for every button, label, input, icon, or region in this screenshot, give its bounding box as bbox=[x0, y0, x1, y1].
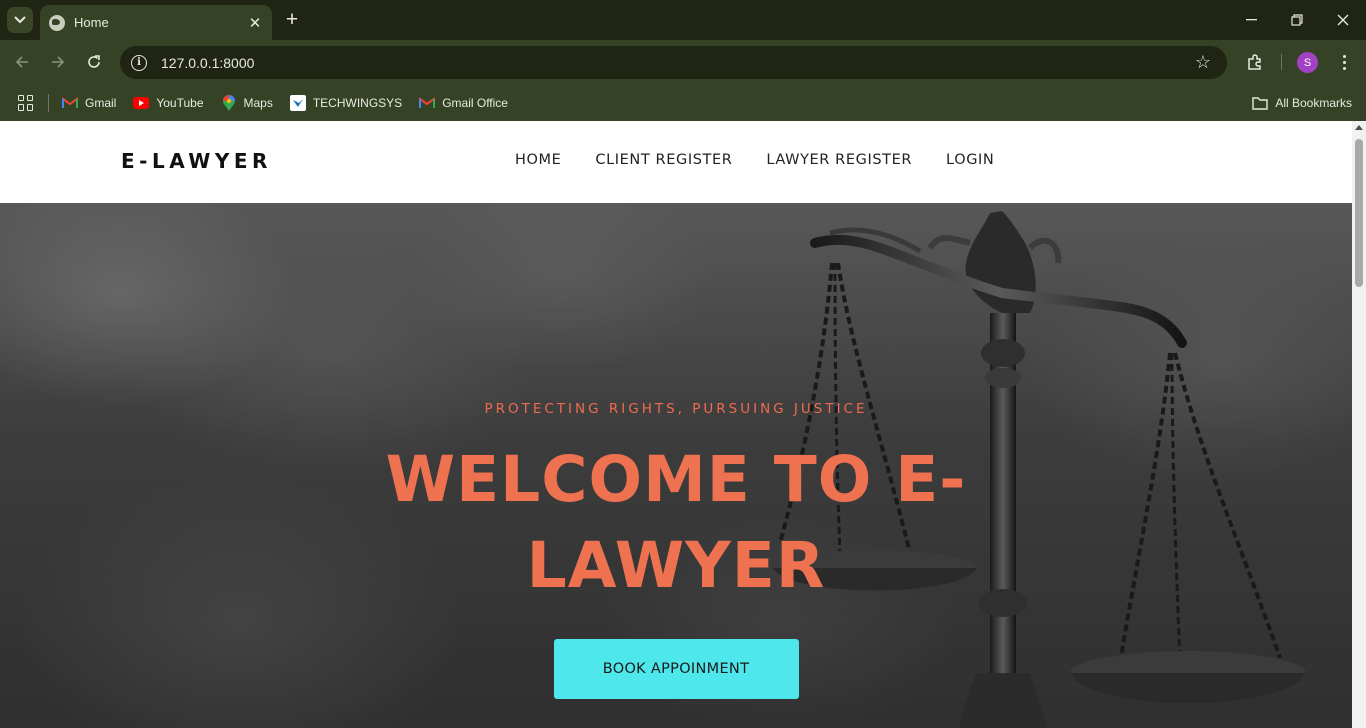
scroll-up-arrow-icon[interactable] bbox=[1355, 125, 1363, 130]
address-bar[interactable]: i 127.0.0.1:8000 ☆ bbox=[120, 46, 1227, 79]
reload-button[interactable] bbox=[82, 50, 106, 74]
bookmark-techwingsys[interactable]: TECHWINGSYS bbox=[289, 94, 403, 111]
page-scrollbar[interactable] bbox=[1352, 121, 1366, 728]
maps-icon bbox=[221, 94, 237, 111]
extensions-button[interactable] bbox=[1243, 50, 1267, 74]
nav-home[interactable]: HOME bbox=[515, 152, 561, 168]
tab-search-button[interactable] bbox=[7, 7, 33, 33]
forward-button[interactable] bbox=[46, 50, 70, 74]
restore-icon bbox=[1291, 14, 1303, 26]
bookmark-youtube[interactable]: YouTube bbox=[133, 95, 204, 111]
hero-tagline: PROTECTING RIGHTS, PURSUING JUSTICE bbox=[484, 401, 868, 417]
browser-menu-icon[interactable] bbox=[1332, 50, 1356, 74]
close-icon bbox=[1337, 14, 1349, 26]
close-window-button[interactable] bbox=[1320, 0, 1366, 40]
back-button[interactable] bbox=[10, 50, 34, 74]
site-header: E-LAWYER HOME CLIENT REGISTER LAWYER REG… bbox=[0, 121, 1352, 203]
bookmarks-bar: Gmail YouTube Maps TECHWINGSYS Gmail Off… bbox=[0, 84, 1366, 121]
book-appointment-button[interactable]: BOOK APPOINMENT bbox=[553, 639, 799, 699]
restore-button[interactable] bbox=[1274, 0, 1320, 40]
close-tab-icon[interactable]: ✕ bbox=[244, 14, 266, 32]
toolbar-divider bbox=[1281, 54, 1282, 70]
hero-section: PROTECTING RIGHTS, PURSUING JUSTICE WELC… bbox=[0, 203, 1352, 728]
puzzle-icon bbox=[1248, 54, 1261, 70]
apps-grid-icon[interactable] bbox=[18, 94, 34, 111]
minimize-button[interactable] bbox=[1228, 0, 1274, 40]
bookmark-label: Maps bbox=[243, 95, 273, 110]
bookmark-label: Gmail bbox=[85, 95, 117, 110]
site-logo[interactable]: E-LAWYER bbox=[121, 149, 272, 173]
site-info-icon[interactable]: i bbox=[131, 54, 147, 71]
minimize-icon bbox=[1245, 19, 1257, 21]
folder-icon bbox=[1252, 95, 1269, 111]
gmail-icon bbox=[62, 95, 78, 111]
all-bookmarks-button[interactable]: All Bookmarks bbox=[1252, 84, 1352, 121]
main-nav: HOME CLIENT REGISTER LAWYER REGISTER LOG… bbox=[515, 152, 994, 168]
new-tab-button[interactable]: + bbox=[281, 9, 303, 31]
chevron-down-icon bbox=[14, 16, 26, 24]
bookmark-label: Gmail Office bbox=[442, 95, 508, 110]
tab-title: Home bbox=[74, 15, 109, 30]
bookmark-label: TECHWINGSYS bbox=[312, 95, 403, 110]
gmail-icon bbox=[419, 95, 436, 111]
reload-icon bbox=[88, 55, 100, 68]
nav-client-register[interactable]: CLIENT REGISTER bbox=[595, 152, 732, 168]
nav-lawyer-register[interactable]: LAWYER REGISTER bbox=[766, 152, 912, 168]
bookmark-label: YouTube bbox=[156, 95, 204, 110]
arrow-right-icon bbox=[52, 56, 65, 68]
all-bookmarks-label: All Bookmarks bbox=[1275, 95, 1352, 110]
bookmark-gmail-office[interactable]: Gmail Office bbox=[419, 95, 508, 111]
tab-home[interactable]: Home ✕ bbox=[40, 5, 272, 40]
browser-toolbar: i 127.0.0.1:8000 ☆ S bbox=[0, 40, 1366, 84]
bookmark-maps[interactable]: Maps bbox=[221, 94, 273, 111]
hero-content: PROTECTING RIGHTS, PURSUING JUSTICE WELC… bbox=[0, 401, 1352, 699]
bookmarks-divider bbox=[48, 93, 49, 112]
bookmark-gmail[interactable]: Gmail bbox=[62, 95, 116, 111]
techwingsys-icon bbox=[289, 94, 306, 111]
profile-avatar[interactable]: S bbox=[1297, 52, 1318, 73]
page-viewport: E-LAWYER HOME CLIENT REGISTER LAWYER REG… bbox=[0, 121, 1352, 728]
youtube-icon bbox=[133, 95, 150, 111]
nav-login[interactable]: LOGIN bbox=[946, 152, 994, 168]
arrow-left-icon bbox=[15, 56, 28, 68]
url-text[interactable]: 127.0.0.1:8000 bbox=[161, 55, 1191, 71]
scrollbar-thumb[interactable] bbox=[1355, 139, 1363, 287]
hero-headline: WELCOME TO E-LAWYER bbox=[385, 443, 967, 602]
bookmark-star-icon[interactable]: ☆ bbox=[1191, 52, 1215, 73]
globe-icon bbox=[49, 14, 65, 31]
tab-strip: Home ✕ + bbox=[0, 0, 1366, 40]
